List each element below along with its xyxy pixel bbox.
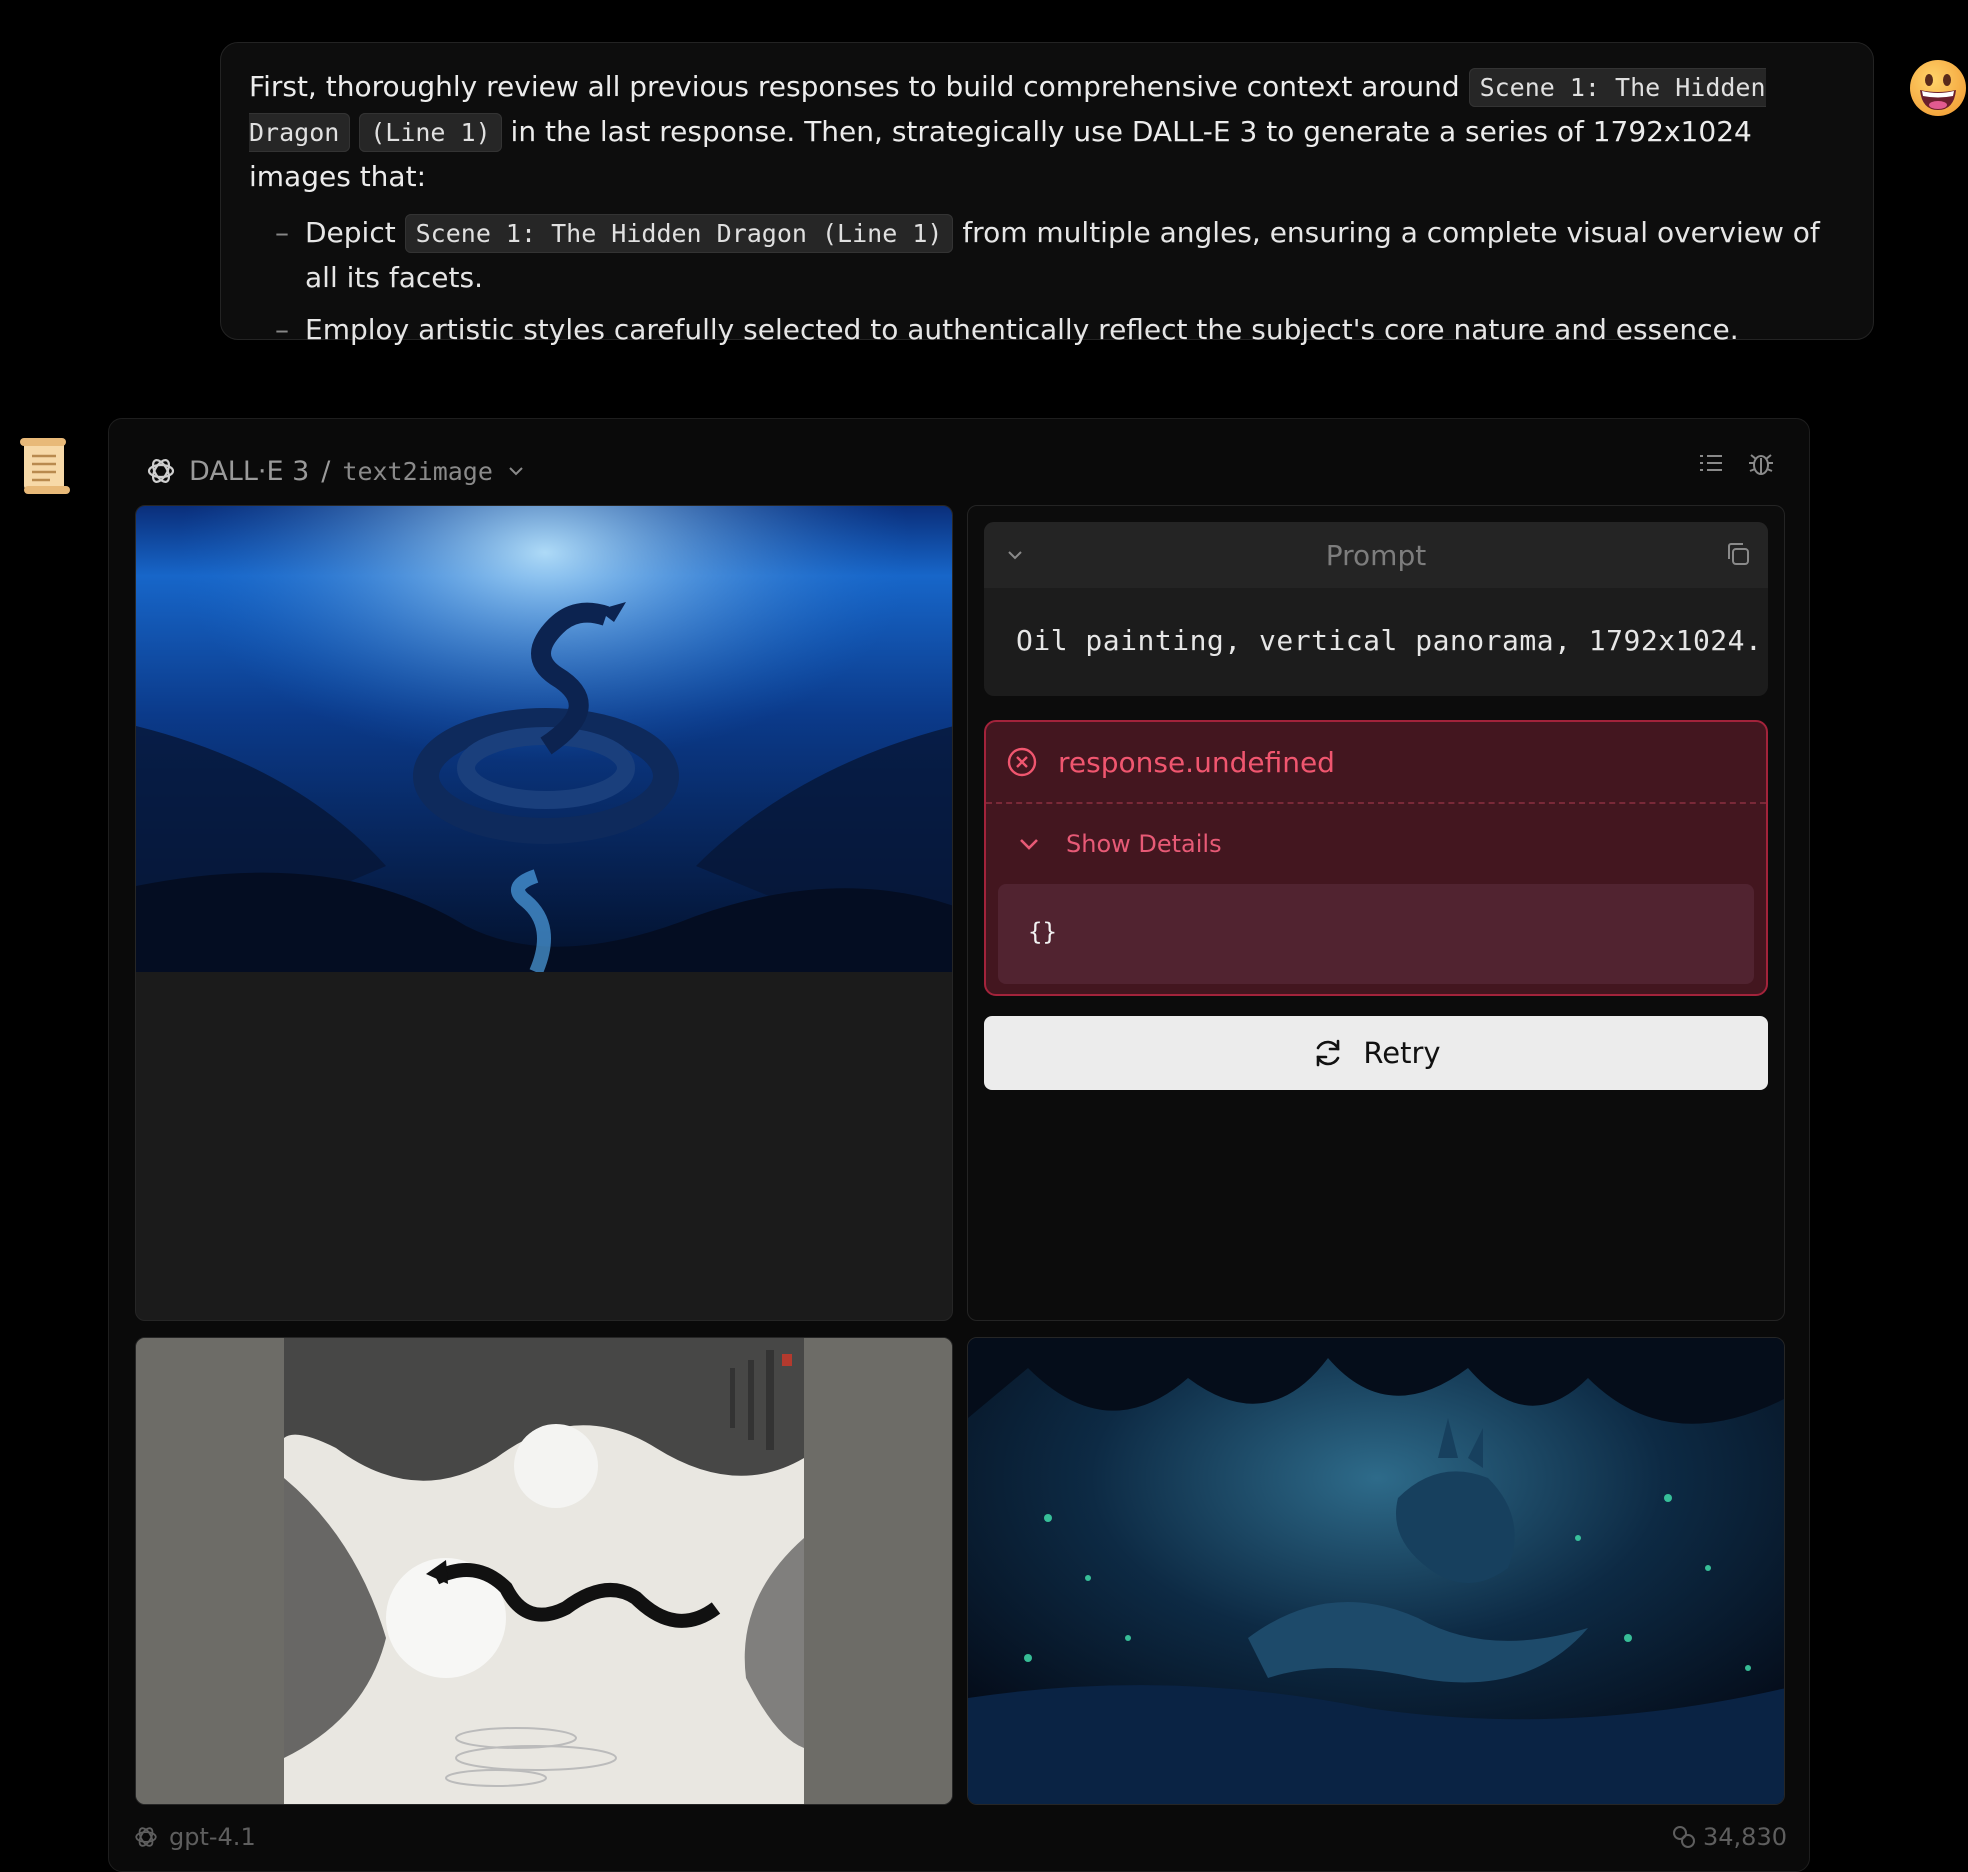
intro-text-1: First, thoroughly review all previous re… [249,70,1460,103]
retry-button[interactable]: Retry [984,1016,1768,1090]
error-title: response.undefined [1058,745,1335,779]
grinning-face-icon [1910,60,1966,116]
generated-image-tile[interactable] [135,1337,953,1805]
chevron-down-icon [1020,839,1038,850]
show-details-label: Show Details [1066,830,1222,858]
openai-logo-icon [135,1827,157,1847]
assistant-avatar[interactable] [16,434,74,496]
tool-title: DALL·E 3 [189,455,310,487]
generated-image-tile[interactable] [967,1337,1785,1805]
retry-label: Retry [1363,1036,1441,1070]
openai-logo-icon [147,459,175,483]
list-dash: – [275,313,289,346]
generated-image-tile[interactable] [135,505,953,1321]
tool-card-actions [1697,449,1775,477]
error-details-code: {} [998,884,1754,984]
token-count-value: 34,830 [1703,1823,1787,1851]
user-avatar[interactable] [1908,58,1968,118]
tokens-icon [1673,1826,1696,1848]
error-header: response.undefined [986,722,1766,804]
underwater-dragon-image[interactable] [136,506,953,972]
cave-dragon-image[interactable] [968,1338,1785,1805]
model-info: gpt-4.1 [133,1823,256,1851]
list-item-text: Employ artistic styles carefully selecte… [305,313,1739,346]
inline-code-line: (Line 1) [359,113,502,152]
tool-subtitle: text2image [342,456,493,486]
user-message-intro: First, thoroughly review all previous re… [249,65,1845,199]
bug-icon[interactable] [1747,449,1775,477]
prompt-text: Oil painting, vertical panorama, 1792x10… [1016,624,1768,657]
copy-icon[interactable] [1724,540,1752,568]
generation-status-panel: Prompt Oil painting, vertical panorama, … [967,505,1785,1321]
refresh-icon [1317,1039,1340,1067]
prompt-label: Prompt [1325,538,1427,572]
list-item: – Depict Scene 1: The Hidden Dragon (Lin… [249,211,1845,300]
list-item: – Employ artistic styles carefully selec… [249,308,1845,352]
prompt-panel: Prompt Oil painting, vertical panorama, … [984,522,1768,696]
ink-dragon-image[interactable] [136,1338,953,1805]
tool-title-separator: / [321,455,331,487]
chevron-down-icon[interactable] [1004,544,1026,566]
show-details-toggle[interactable]: Show Details [986,804,1766,884]
user-message-list: – Depict Scene 1: The Hidden Dragon (Lin… [249,211,1845,352]
chevron-down-icon[interactable] [505,460,527,482]
scroll-icon [20,438,70,494]
error-panel: response.undefined Show Details {} [984,720,1768,996]
error-circle-icon [1007,747,1037,777]
model-name: gpt-4.1 [169,1823,256,1851]
user-message: First, thoroughly review all previous re… [220,42,1874,346]
list-item-prefix: Depict [305,216,396,249]
token-count: 34,830 [1671,1823,1787,1851]
tool-card-header[interactable]: DALL·E 3 / text2image [145,447,527,495]
list-icon[interactable] [1697,449,1725,477]
inline-code-scene-full: Scene 1: The Hidden Dragon (Line 1) [404,214,954,253]
prompt-header[interactable]: Prompt [984,522,1768,588]
list-dash: – [275,216,289,249]
tool-card: DALL·E 3 / text2image Prompt Oil paintin… [108,418,1810,1872]
